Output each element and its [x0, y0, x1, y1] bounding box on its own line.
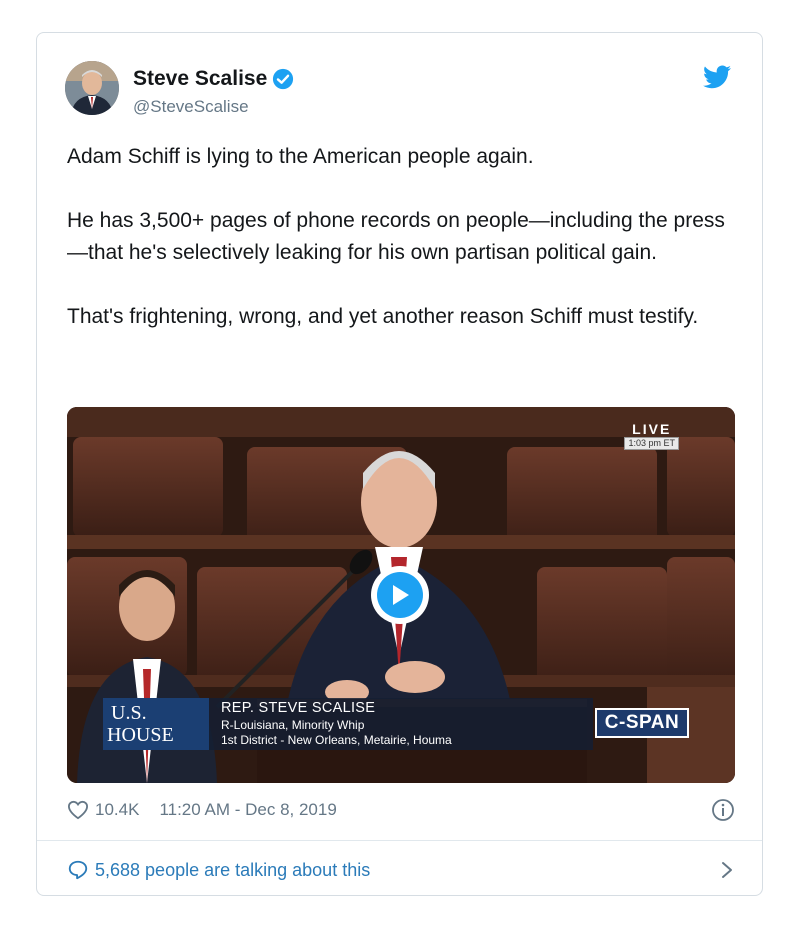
- chyron: REP. STEVE SCALISE R-Louisiana, Minority…: [209, 698, 593, 750]
- tweet-text: Adam Schiff is lying to the American peo…: [67, 141, 737, 333]
- display-name[interactable]: Steve Scalise: [133, 67, 267, 91]
- verified-badge-icon: [273, 68, 294, 90]
- tweet-meta: 10.4K 11:20 AM - Dec 8, 2019: [67, 795, 735, 825]
- play-icon: [377, 572, 423, 618]
- tweet-paragraph: That's frightening, wrong, and yet anoth…: [67, 305, 699, 328]
- tweet-header: Steve Scalise @SteveScalise: [65, 61, 735, 117]
- avatar[interactable]: [65, 61, 119, 115]
- logo-line: HOUSE: [107, 724, 174, 746]
- cspan-logo: C-SPAN: [595, 708, 689, 738]
- live-indicator: LIVE 1:03 pm ET: [624, 421, 679, 450]
- divider: [37, 840, 762, 841]
- live-label: LIVE: [632, 421, 672, 437]
- play-button[interactable]: [371, 566, 429, 624]
- like-count[interactable]: 10.4K: [95, 800, 139, 820]
- info-icon[interactable]: [711, 798, 735, 822]
- chevron-right-icon[interactable]: [721, 861, 733, 879]
- chyron-role: R-Louisiana, Minority Whip: [221, 718, 365, 732]
- reply-bubble-icon: [68, 860, 88, 880]
- chyron-name: REP. STEVE SCALISE: [221, 700, 376, 716]
- tweet-card: Steve Scalise @SteveScalise Adam Schiff …: [36, 32, 763, 896]
- chyron-district: 1st District - New Orleans, Metairie, Ho…: [221, 733, 452, 747]
- conversation-link[interactable]: 5,688 people are talking about this: [67, 853, 735, 887]
- video-player[interactable]: LIVE 1:03 pm ET U.S. HOUSE REP. STEVE SC…: [67, 407, 735, 783]
- tweet-paragraph: He has 3,500+ pages of phone records on …: [67, 209, 725, 264]
- us-house-logo: U.S. HOUSE: [103, 698, 209, 750]
- heart-icon[interactable]: [67, 800, 89, 820]
- user-handle[interactable]: @SteveScalise: [133, 97, 249, 117]
- tweet-timestamp[interactable]: 11:20 AM - Dec 8, 2019: [159, 800, 336, 820]
- talking-count[interactable]: 5,688 people are talking about this: [95, 860, 370, 881]
- twitter-bird-icon[interactable]: [703, 65, 731, 89]
- tweet-paragraph: Adam Schiff is lying to the American peo…: [67, 145, 534, 168]
- live-time: 1:03 pm ET: [624, 437, 679, 450]
- logo-line: U.S.: [111, 702, 147, 724]
